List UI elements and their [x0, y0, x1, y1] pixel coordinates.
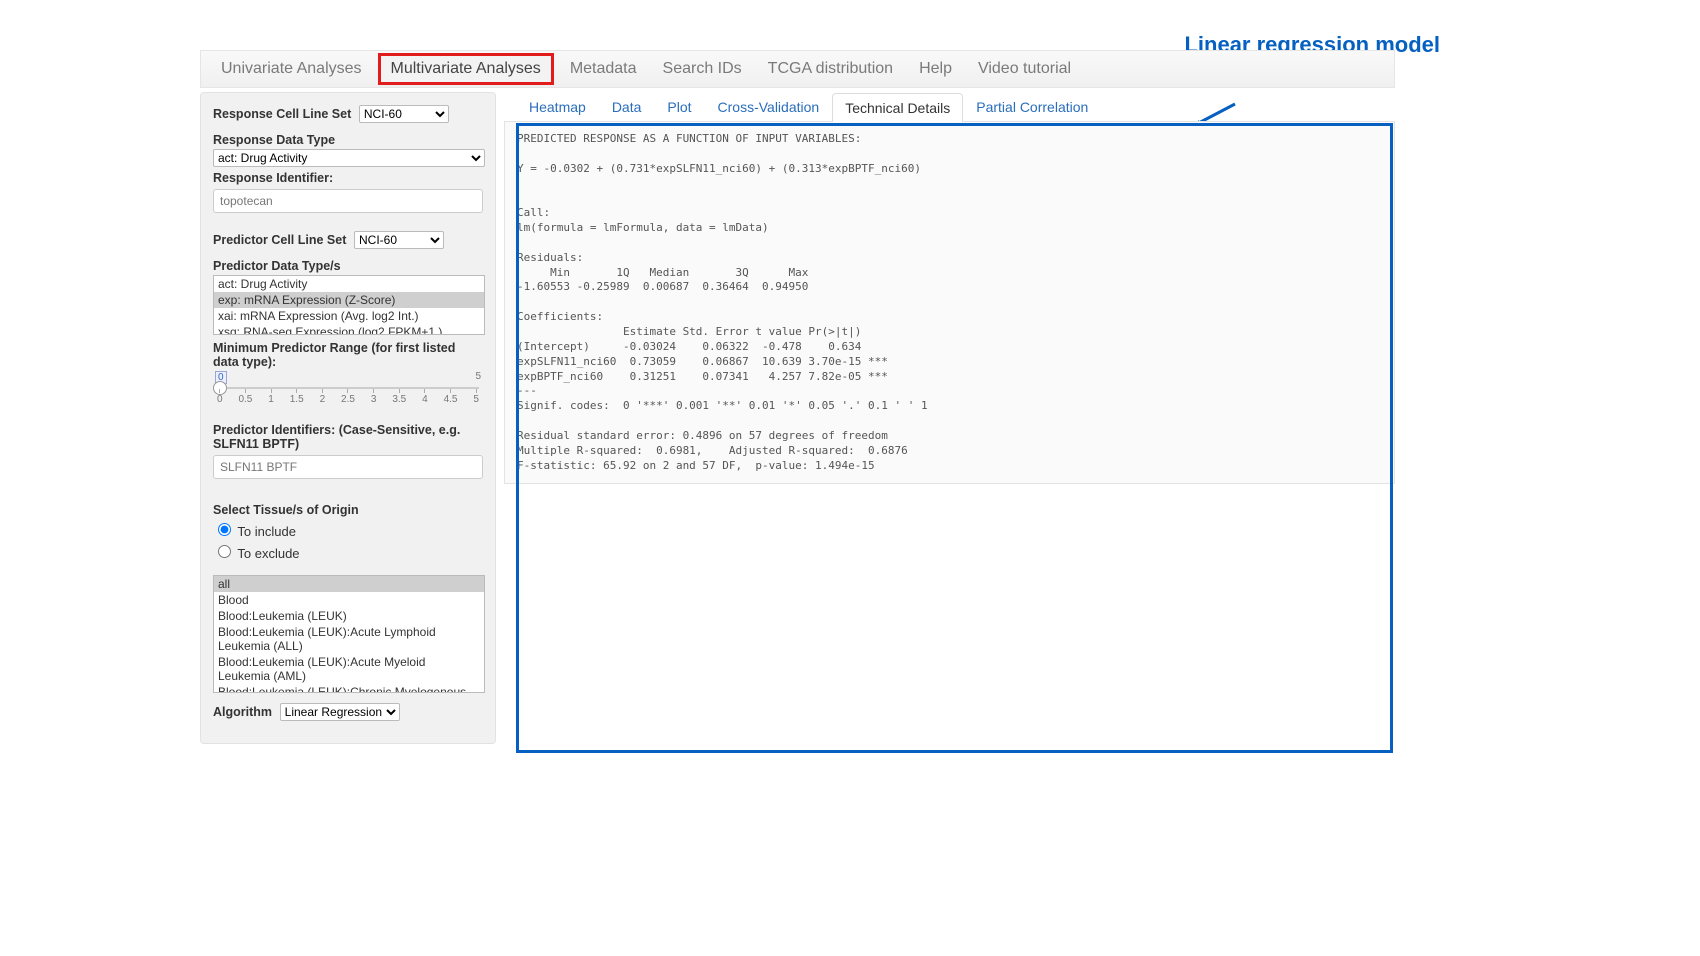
predictor-data-types-multiselect[interactable]: act: Drug Activityexp: mRNA Expression (… — [213, 275, 485, 335]
nav-metadata[interactable]: Metadata — [560, 56, 647, 82]
slider-max-hint: 5 — [475, 371, 481, 382]
tissue-option[interactable]: Blood:Leukemia (LEUK):Chronic Myelogenou… — [214, 684, 484, 693]
response-data-type-label: Response Data Type — [213, 133, 483, 147]
predictor-type-option[interactable]: xai: mRNA Expression (Avg. log2 Int.) — [214, 308, 484, 324]
tab-heatmap[interactable]: Heatmap — [516, 92, 599, 121]
tissue-exclude-label: To exclude — [237, 546, 299, 561]
algorithm-label: Algorithm — [213, 705, 272, 719]
predictor-cell-line-set-select[interactable]: NCI-60 — [354, 231, 444, 249]
tab-data[interactable]: Data — [599, 92, 655, 121]
predictor-cell-line-set-label: Predictor Cell Line Set — [213, 233, 346, 247]
predictor-type-option[interactable]: exp: mRNA Expression (Z-Score) — [214, 292, 484, 308]
slider-tick: 5 — [473, 389, 479, 409]
slider-tick: 2.5 — [341, 389, 355, 409]
nav-video-tutorial[interactable]: Video tutorial — [968, 56, 1081, 82]
select-tissues-label: Select Tissue/s of Origin — [213, 503, 483, 517]
tissue-include-radio[interactable] — [218, 523, 231, 536]
predictor-type-option[interactable]: act: Drug Activity — [214, 276, 484, 292]
slider-tick: 4 — [422, 389, 428, 409]
top-nav: Univariate AnalysesMultivariate Analyses… — [200, 50, 1395, 88]
tissue-option[interactable]: Blood — [214, 592, 484, 608]
predictor-data-types-label: Predictor Data Type/s — [213, 259, 483, 273]
tissue-option[interactable]: Blood:Leukemia (LEUK):Acute Lymphoid Leu… — [214, 624, 484, 654]
min-predictor-range-label: Minimum Predictor Range (for first liste… — [213, 341, 483, 369]
nav-tcga-distribution[interactable]: TCGA distribution — [758, 56, 903, 82]
slider-tick: 3.5 — [392, 389, 406, 409]
slider-tick: 0 — [217, 389, 223, 409]
slider-ticks: 0 0.5 1 1.5 2 2.5 3 3.5 4 4.5 5 — [217, 389, 479, 409]
nav-univariate-analyses[interactable]: Univariate Analyses — [211, 56, 372, 82]
tissue-exclude-radio[interactable] — [218, 545, 231, 558]
sidebar-panel: Response Cell Line Set NCI-60 Response D… — [200, 92, 496, 744]
slider-tick: 1 — [268, 389, 274, 409]
tissue-option[interactable]: Blood:Leukemia (LEUK) — [214, 608, 484, 624]
tissue-option[interactable]: all — [214, 576, 484, 592]
nav-multivariate-analyses[interactable]: Multivariate Analyses — [378, 53, 554, 85]
predictor-identifiers-label: Predictor Identifiers: (Case-Sensitive, … — [213, 423, 483, 451]
tab-plot[interactable]: Plot — [654, 92, 704, 121]
response-cell-line-set-select[interactable]: NCI-60 — [359, 105, 449, 123]
predictor-type-option[interactable]: xsq: RNA-seq Expression (log2 FPKM+1.) — [214, 324, 484, 335]
tissue-include-label: To include — [237, 524, 296, 539]
response-identifier-label: Response Identifier: — [213, 171, 483, 185]
response-data-type-select[interactable]: act: Drug Activity — [213, 149, 485, 167]
slider-tick: 4.5 — [444, 389, 458, 409]
tissue-multiselect[interactable]: allBloodBlood:Leukemia (LEUK)Blood:Leuke… — [213, 575, 485, 693]
algorithm-select[interactable]: Linear Regression — [280, 703, 400, 721]
slider-tick: 2 — [320, 389, 326, 409]
slider-tick: 3 — [371, 389, 377, 409]
tab-cross-validation[interactable]: Cross-Validation — [705, 92, 833, 121]
slider-tick: 0.5 — [238, 389, 252, 409]
tissue-option[interactable]: Blood:Leukemia (LEUK):Acute Myeloid Leuk… — [214, 654, 484, 684]
response-cell-line-set-label: Response Cell Line Set — [213, 107, 351, 121]
nav-help[interactable]: Help — [909, 56, 962, 82]
predictor-identifiers-input[interactable] — [213, 455, 483, 479]
slider-tick: 1.5 — [290, 389, 304, 409]
tab-technical-details[interactable]: Technical Details — [832, 93, 963, 122]
min-predictor-range-slider[interactable]: 0 5 0 0.5 1 1.5 2 2.5 3 3.5 4 4.5 5 — [213, 373, 483, 413]
response-identifier-input[interactable] — [213, 189, 483, 213]
tab-partial-correlation[interactable]: Partial Correlation — [963, 92, 1101, 121]
highlight-frame — [516, 123, 1393, 753]
nav-search-ids[interactable]: Search IDs — [653, 56, 752, 82]
result-tabs: HeatmapDataPlotCross-ValidationTechnical… — [504, 92, 1395, 121]
